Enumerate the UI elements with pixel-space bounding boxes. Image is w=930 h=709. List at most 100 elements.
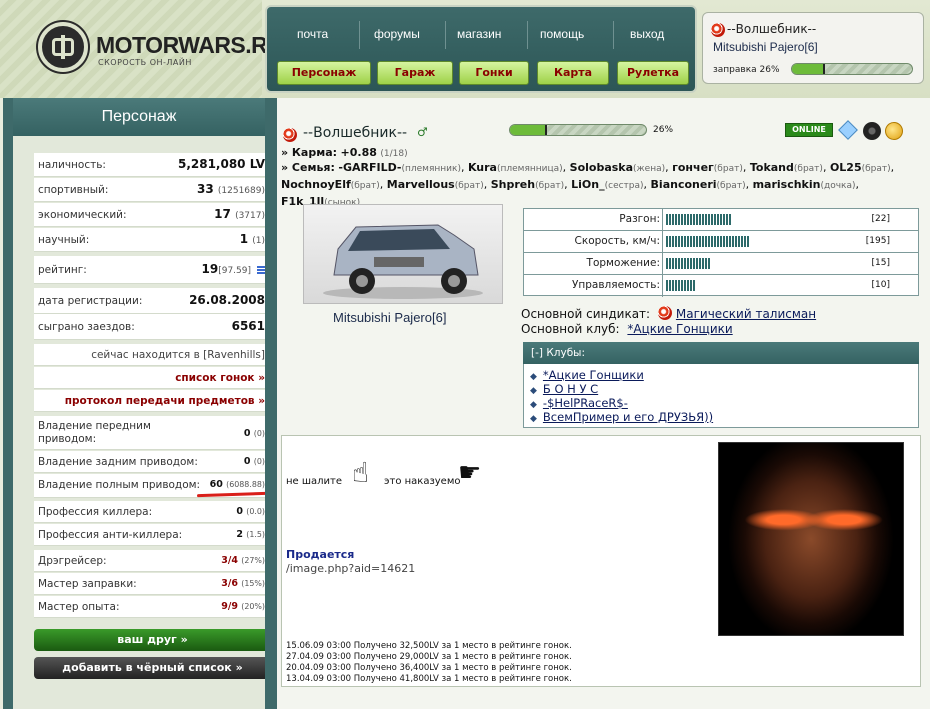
family-member[interactable]: OL25(брат), (826, 161, 894, 174)
top-navigation: почта форумы магазин помощь выход Персон… (265, 5, 697, 93)
stat-value: 9/9 (20%) (221, 601, 265, 612)
stat-rating: рейтинг: 19[97.59] (34, 256, 271, 284)
stat-label: сыграно заездов: (38, 321, 135, 333)
car-caption[interactable]: Mitsubishi Pajero[6] (333, 310, 446, 325)
profile-name: --Волшебник-- (303, 125, 408, 141)
stat-value: 5,281,080 LV (177, 157, 265, 171)
car-stat-label: Разгон: (619, 213, 660, 225)
user-car[interactable]: Mitsubishi Pajero[6] (713, 40, 818, 54)
prof-killer: Профессия киллера: 0 (0.0) (34, 501, 271, 523)
nav-button-character[interactable]: Персонаж (277, 61, 371, 85)
car-stat-row: Скорость, км/ч: [195] (524, 231, 918, 253)
family-member[interactable]: marischkin(дочка), (749, 178, 859, 191)
family-member[interactable]: Kura(племянница), (464, 161, 566, 174)
family-member[interactable]: Tokand(брат), (746, 161, 827, 174)
club-item[interactable]: Б О Н У С (530, 382, 598, 396)
stat-label: Мастер опыта: (38, 601, 120, 613)
stat-cash: наличность: 5,281,080 LV (34, 153, 271, 177)
family-member[interactable]: NochnoyElf(брат), (281, 178, 383, 191)
character-panel: Персонаж наличность: 5,281,080 LV спорти… (3, 98, 271, 709)
stat-label: экономический: (38, 209, 127, 221)
history-line: 15.06.09 03:00 Получено 32,500LV за 1 ме… (286, 641, 572, 651)
club-item[interactable]: ВсемПример и его ДРУЗЬЯ)) (530, 410, 713, 424)
family-member[interactable]: LiOn_(сестра), (568, 178, 647, 191)
nav-mail[interactable]: почта (297, 27, 328, 41)
stat-races: сыграно заездов: 6561 (34, 314, 271, 340)
clubs-header[interactable]: [-] Клубы: (523, 342, 919, 364)
main-content: --Волшебник-- ♂ 26% ONLINE » Карма: +0.8… (265, 98, 930, 709)
family-member[interactable]: Shpreh(брат), (487, 178, 568, 191)
stat-value: 3/6 (15%) (221, 578, 265, 589)
online-badge: ONLINE (785, 123, 833, 137)
message-icon[interactable] (838, 120, 858, 140)
prof-antikiller: Профессия анти-киллера: 2 (1.5) (34, 524, 271, 546)
car-stat-value: [15] (871, 258, 890, 268)
car-stat-value: [22] (871, 214, 890, 224)
car-stat-row: Торможение: [15] (524, 253, 918, 275)
car-stat-row: Разгон: [22] (524, 209, 918, 231)
blacklist-button[interactable]: добавить в чёрный список » (34, 657, 271, 679)
coin-icon[interactable] (885, 122, 903, 140)
pointing-hand-icon: ☛ (458, 458, 482, 488)
avatar-photo (718, 442, 904, 636)
family-member[interactable]: Bianconeri(брат), (647, 178, 750, 191)
sale-link[interactable]: /image.php?aid=14621 (286, 562, 415, 575)
sale-title: Продается (286, 548, 355, 561)
finger-up-icon: ☝ (352, 456, 370, 489)
location-text[interactable]: сейчас находится в [Ravenhills] (91, 349, 265, 361)
stat-economic: экономический: 17 (3717) (34, 203, 271, 227)
stat-label: Профессия киллера: (38, 506, 153, 518)
race-list-link[interactable]: список гонок » (175, 372, 265, 384)
info-text-warning: не шалите (286, 476, 343, 487)
nav-shop[interactable]: магазин (457, 27, 501, 41)
nav-separator (527, 21, 528, 49)
nav-button-roulette[interactable]: Рулетка (617, 61, 689, 85)
nav-forums[interactable]: форумы (374, 27, 420, 41)
nav-separator (613, 21, 614, 49)
stat-label: Профессия анти-киллера: (38, 529, 183, 541)
stat-value: 33 (1251689) (197, 182, 265, 196)
syndicate-swirl-icon (711, 23, 725, 37)
stat-value: 60 (6088.88) (209, 479, 265, 490)
nav-separator (359, 21, 360, 49)
stat-label: рейтинг: (38, 264, 87, 276)
stat-value: 2 (1.5) (236, 529, 265, 540)
add-friend-button[interactable]: ваш друг » (34, 629, 271, 651)
family-member[interactable]: Solobaska(жена), (566, 161, 669, 174)
gift-icon[interactable] (863, 122, 881, 140)
family-member[interactable]: Marvellous(брат), (383, 178, 487, 191)
stat-label: Владение передним приводом: (38, 420, 151, 445)
nav-button-map[interactable]: Карта (537, 61, 609, 85)
car-stat-label: Торможение: (586, 257, 660, 269)
nav-button-races[interactable]: Гонки (459, 61, 529, 85)
logo-icon[interactable] (38, 22, 88, 72)
family-member[interactable]: -GARFILD-(племянник), (338, 161, 464, 174)
info-box: не шалите ☝ это наказуемо ☛ Продается /i… (281, 435, 921, 687)
stat-label: Владение полным приводом: (38, 479, 201, 491)
logo-text[interactable]: MOTORWARS.RU (96, 32, 284, 59)
nav-logout[interactable]: выход (630, 27, 664, 41)
car-icon (323, 224, 483, 299)
stat-label: научный: (38, 234, 90, 246)
stat-value: 0 (0.0) (236, 506, 265, 517)
club-link[interactable]: *Ацкие Гонщики (627, 322, 732, 336)
stat-label: Дрэгрейсер: (38, 555, 107, 567)
syndicate-link[interactable]: Магический талисман (676, 307, 816, 321)
stat-label: Владение задним приводом: (38, 456, 198, 468)
club-item[interactable]: -$HelPRaceR$- (530, 396, 628, 410)
club-item[interactable]: *Ацкие Гонщики (530, 368, 644, 382)
stat-label: Мастер заправки: (38, 578, 137, 590)
stat-value: 6561 (231, 319, 265, 333)
nav-help[interactable]: помощь (540, 27, 584, 41)
car-stat-label: Скорость, км/ч: (574, 235, 660, 247)
transfer-log-link[interactable]: протокол передачи предметов » (65, 395, 265, 407)
car-stat-bar (666, 280, 696, 291)
family-member[interactable]: гончег(брат), (669, 161, 746, 174)
car-stat-value: [195] (865, 236, 890, 246)
nav-button-garage[interactable]: Гараж (377, 61, 453, 85)
stat-value: 17 (3717) (214, 207, 265, 221)
history-line: 13.04.09 03:00 Получено 41,800LV за 1 ме… (286, 674, 572, 684)
car-stat-row: Управляемость: [10] (524, 275, 918, 297)
car-stat-bar (666, 258, 711, 269)
user-name[interactable]: --Волшебник-- (727, 22, 816, 36)
